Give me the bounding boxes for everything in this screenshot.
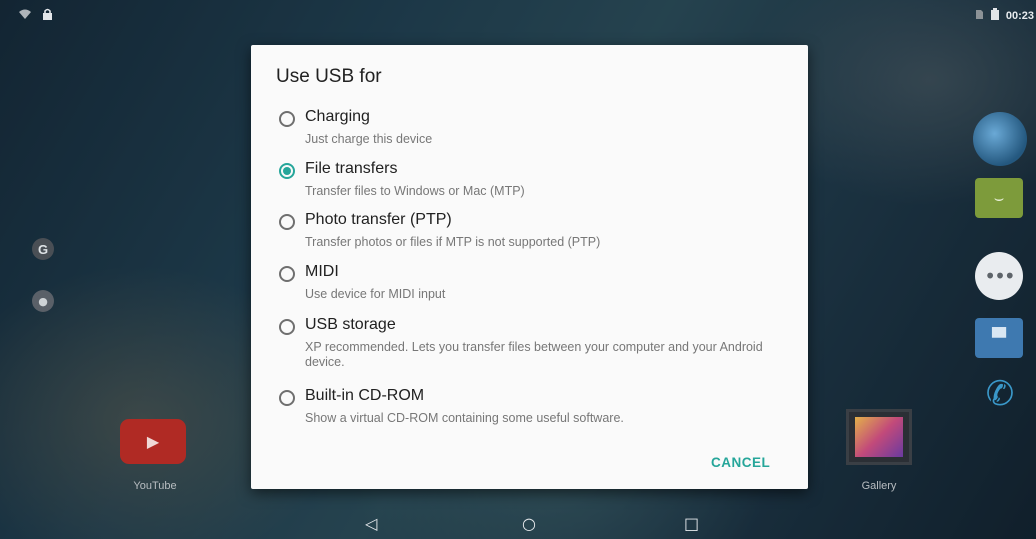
voice-search-icon[interactable]: ● (32, 290, 54, 312)
option-label: Charging (305, 108, 370, 125)
option-label: Built-in CD-ROM (305, 387, 425, 404)
option-cd-rom[interactable]: Built-in CD-ROM Show a virtual CD-ROM co… (276, 387, 801, 431)
usb-mode-dialog: Use USB for Charging Just charge this de… (251, 45, 808, 489)
radio-photo-transfer[interactable] (279, 214, 295, 230)
option-label: MIDI (305, 263, 339, 280)
radio-charging[interactable] (279, 111, 295, 127)
radio-file-transfers[interactable] (279, 163, 295, 179)
app-drawer-icon[interactable]: ••• (975, 252, 1023, 300)
option-file-transfers[interactable]: File transfers Transfer files to Windows… (276, 160, 801, 204)
youtube-label: YouTube (133, 480, 177, 492)
option-midi[interactable]: MIDI Use device for MIDI input (276, 263, 801, 307)
battery-icon (990, 8, 1000, 24)
status-left (18, 8, 53, 25)
option-label: File transfers (305, 160, 398, 177)
option-description: Transfer photos or files if MTP is not s… (305, 235, 601, 249)
sim-icon (975, 9, 984, 24)
gallery-label: Gallery (861, 480, 897, 492)
clock-time: 00:23 (1005, 10, 1034, 22)
browser-icon[interactable] (973, 112, 1027, 166)
radio-usb-storage[interactable] (279, 319, 295, 335)
gallery-icon[interactable] (846, 409, 912, 465)
option-description: Just charge this device (305, 132, 433, 146)
wifi-icon (18, 9, 32, 24)
option-description: Transfer files to Windows or Mac (MTP) (305, 184, 525, 198)
option-charging[interactable]: Charging Just charge this device (276, 108, 801, 152)
messaging-icon[interactable]: ⌣ (975, 178, 1023, 218)
home-button[interactable]: ○ (522, 514, 536, 534)
back-button[interactable]: ◁ (365, 514, 377, 534)
lock-icon (42, 8, 53, 25)
option-description: Use device for MIDI input (305, 287, 446, 301)
cancel-button[interactable]: CANCEL (711, 455, 770, 470)
status-right: 00:23 (975, 8, 1034, 24)
recents-button[interactable]: □ (684, 514, 699, 534)
dialog-title: Use USB for (276, 66, 382, 87)
phone-icon[interactable]: ✆ (975, 372, 1025, 416)
status-bar: 00:23 (0, 0, 1036, 32)
option-description: Show a virtual CD-ROM containing some us… (305, 411, 624, 425)
option-usb-storage[interactable]: USB storage XP recommended. Lets you tra… (276, 316, 801, 376)
navigation-bar: ◁ ○ □ (0, 510, 1036, 539)
option-label: USB storage (305, 316, 396, 333)
radio-midi[interactable] (279, 266, 295, 282)
option-label: Photo transfer (PTP) (305, 211, 452, 228)
contacts-icon[interactable]: ▀ (975, 318, 1023, 358)
option-photo-transfer[interactable]: Photo transfer (PTP) Transfer photos or … (276, 211, 801, 255)
option-description: XP recommended. Lets you transfer files … (305, 340, 763, 369)
google-icon[interactable]: G (32, 238, 54, 260)
youtube-icon[interactable]: ▶ (120, 419, 186, 464)
radio-cd-rom[interactable] (279, 390, 295, 406)
